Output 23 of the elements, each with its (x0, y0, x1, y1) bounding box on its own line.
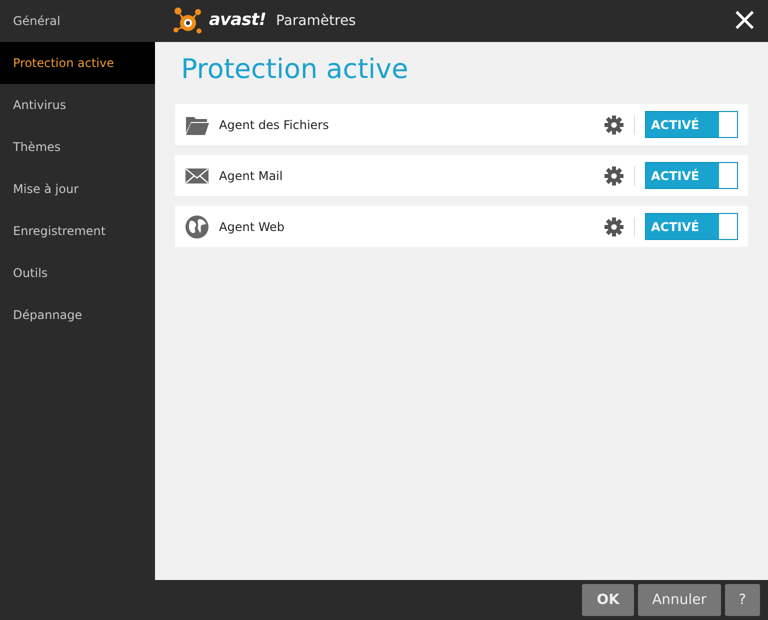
sidebar-item[interactable]: Général (0, 0, 155, 42)
agent-name: Agent Mail (219, 168, 283, 185)
sidebar-item[interactable]: Enregistrement (0, 210, 155, 252)
settings-icon[interactable] (604, 166, 624, 186)
agent-name: Agent Web (219, 218, 284, 236)
sidebar-item[interactable]: Thèmes (0, 126, 155, 168)
footer-button[interactable]: Annuler (638, 584, 721, 616)
settings-icon[interactable] (604, 114, 624, 135)
sidebar-item[interactable]: Dépannage (0, 294, 155, 336)
splat-icon (173, 6, 203, 36)
window-title: Paramètres (276, 12, 356, 30)
settings-icon[interactable] (604, 216, 624, 237)
globe-icon (185, 214, 209, 239)
logo-text: avast! (209, 9, 266, 32)
page-title: Protection active (181, 54, 410, 86)
sidebar-item[interactable]: Mise à jour (0, 168, 155, 210)
footer-button[interactable]: ? (724, 584, 760, 616)
agent-name: Agent des Fichiers (219, 116, 329, 134)
ok-button[interactable]: OK (582, 584, 634, 616)
close-button[interactable]: × (721, 3, 768, 39)
sidebar-item[interactable]: Protection active (0, 42, 155, 84)
sidebar-item[interactable]: Antivirus (0, 84, 155, 126)
sidebar-item[interactable]: Outils (0, 252, 155, 294)
